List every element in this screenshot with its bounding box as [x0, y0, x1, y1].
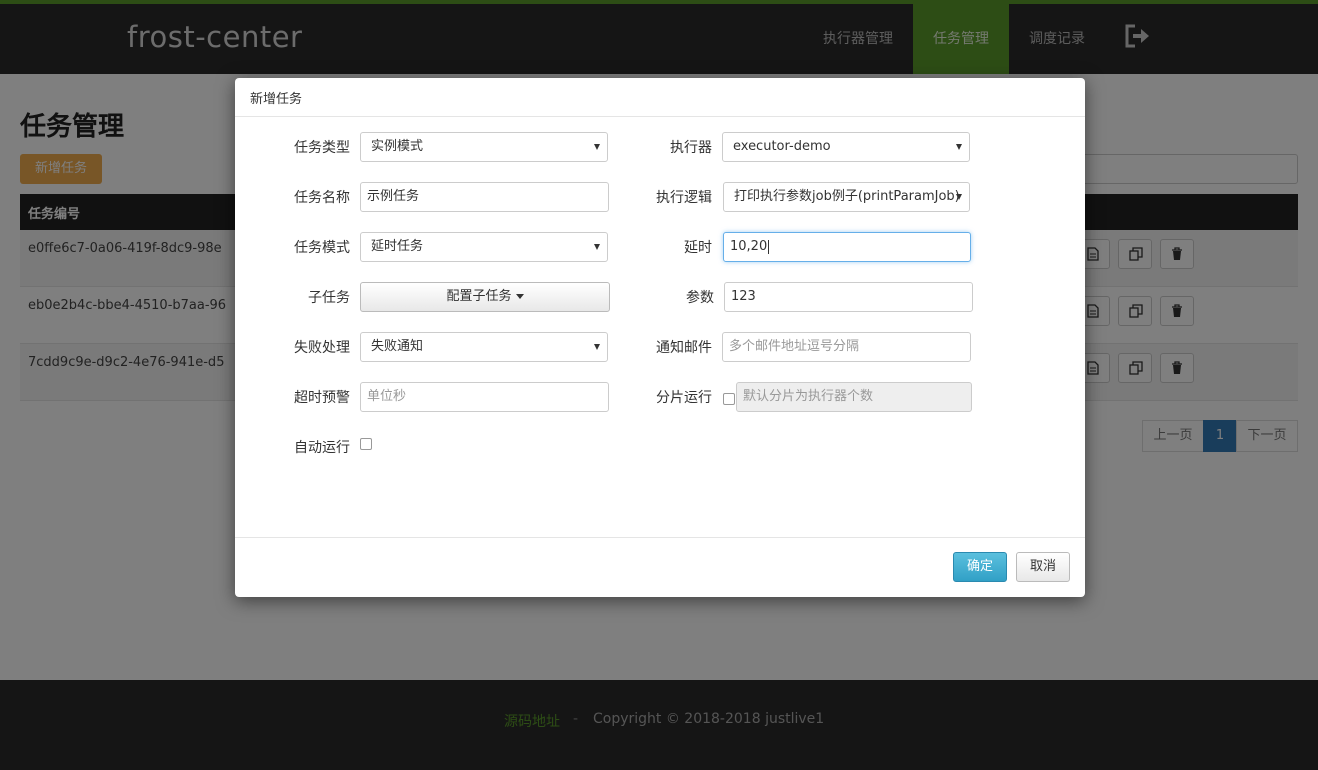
modal-header: 新增任务 — [235, 78, 1085, 117]
task-name-label: 任务名称 — [294, 190, 350, 206]
executor-select[interactable]: executor-demo — [722, 132, 970, 162]
sharding-checkbox[interactable] — [723, 393, 735, 405]
configure-subtask-label: 配置子任务 — [446, 289, 512, 304]
exec-logic-value: 打印执行参数job例子(printParamJob) — [734, 189, 960, 204]
modal-title: 新增任务 — [250, 92, 303, 107]
dropdown-arrow-icon — [594, 244, 600, 250]
sharding-label: 分片运行 — [656, 390, 712, 406]
delay-input[interactable]: 10,20 — [723, 232, 971, 262]
executor-label: 执行器 — [670, 140, 712, 156]
dropdown-arrow-icon — [594, 144, 600, 150]
task-type-select[interactable]: 实例模式 — [360, 132, 608, 162]
modal-footer: 确定 取消 — [235, 537, 1085, 597]
timeout-label: 超时预警 — [294, 390, 350, 406]
add-task-modal: 新增任务 任务类型 实例模式 执行器 executor-demo 任务名称 示例… — [235, 78, 1085, 597]
sub-task-label: 子任务 — [308, 290, 350, 306]
notify-email-label: 通知邮件 — [656, 340, 712, 356]
confirm-button[interactable]: 确定 — [953, 552, 1007, 582]
dropdown-arrow-icon — [594, 344, 600, 350]
text-cursor — [768, 239, 770, 254]
param-input[interactable]: 123 — [724, 282, 973, 312]
timeout-input[interactable]: 单位秒 — [360, 382, 609, 412]
task-type-label: 任务类型 — [294, 140, 350, 156]
task-type-value: 实例模式 — [371, 139, 424, 154]
caret-down-icon — [515, 294, 524, 299]
dropdown-arrow-icon — [956, 194, 962, 200]
exec-logic-select[interactable]: 打印执行参数job例子(printParamJob) — [723, 182, 970, 212]
exec-logic-label: 执行逻辑 — [656, 190, 712, 206]
task-mode-select[interactable]: 延时任务 — [360, 232, 608, 262]
delay-value: 10,20 — [730, 239, 768, 254]
failure-select[interactable]: 失败通知 — [360, 332, 608, 362]
failure-label: 失败处理 — [294, 340, 350, 356]
executor-value: executor-demo — [733, 139, 831, 154]
configure-subtask-button[interactable]: 配置子任务 — [360, 282, 610, 312]
delay-label: 延时 — [684, 240, 712, 256]
param-label: 参数 — [686, 290, 714, 306]
notify-email-input[interactable]: 多个邮件地址逗号分隔 — [722, 332, 971, 362]
failure-value: 失败通知 — [371, 339, 424, 354]
auto-run-label: 自动运行 — [294, 440, 350, 456]
task-name-input[interactable]: 示例任务 — [360, 182, 609, 212]
task-mode-value: 延时任务 — [371, 239, 424, 254]
dropdown-arrow-icon — [956, 144, 962, 150]
cancel-button[interactable]: 取消 — [1016, 552, 1070, 582]
sharding-input: 默认分片为执行器个数 — [736, 382, 972, 412]
task-mode-label: 任务模式 — [294, 240, 350, 256]
auto-run-checkbox[interactable] — [360, 438, 372, 450]
